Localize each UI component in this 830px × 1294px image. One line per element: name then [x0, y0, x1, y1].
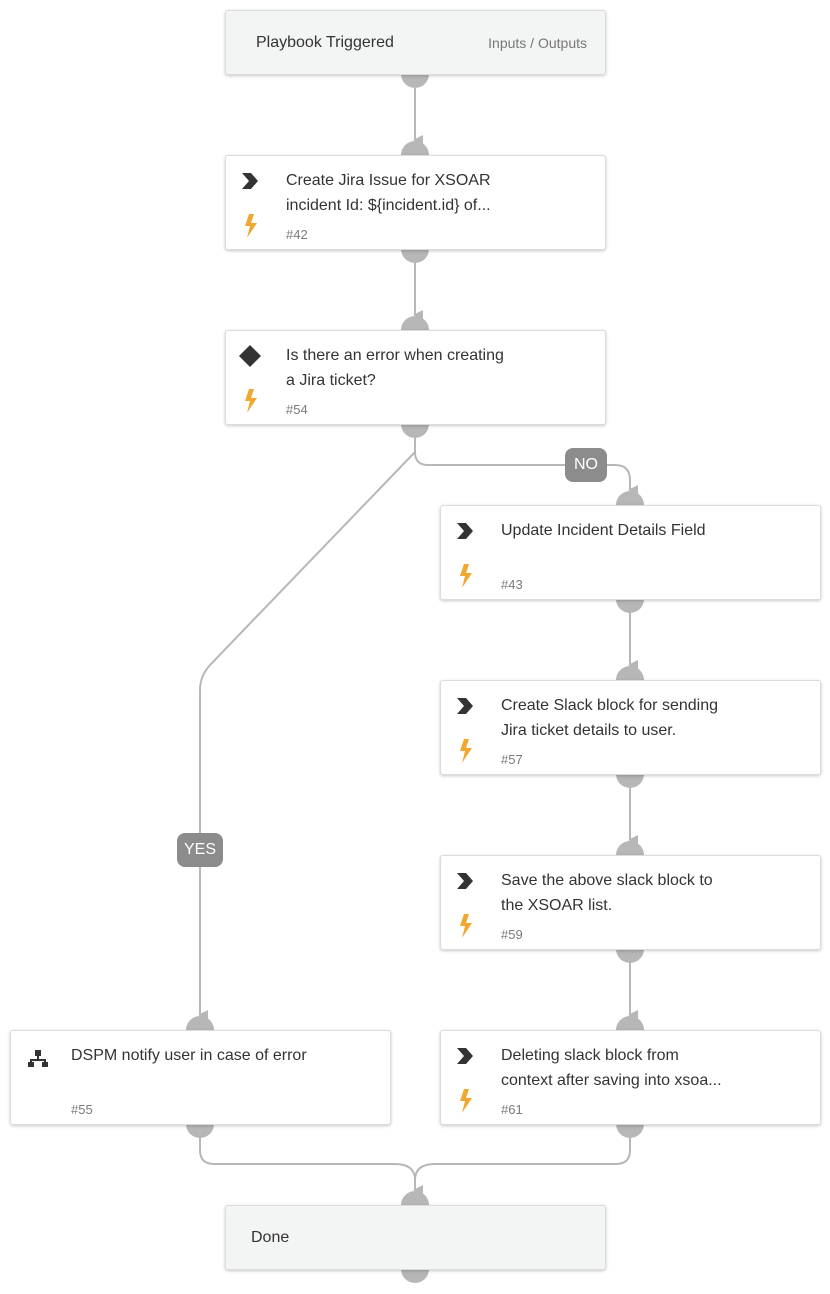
- task-title-line1: Create Slack block for sending: [501, 697, 718, 714]
- chevron-icon: [457, 523, 473, 539]
- task-title-line1: Deleting slack block from: [501, 1047, 679, 1064]
- start-node[interactable]: Playbook Triggered Inputs / Outputs: [225, 10, 606, 75]
- task-number: #43: [501, 577, 523, 592]
- bolt-icon: [460, 564, 472, 588]
- task-number: #42: [286, 227, 308, 242]
- chevron-icon: [457, 698, 473, 714]
- chevron-icon: [457, 1048, 473, 1064]
- start-title: Playbook Triggered: [256, 34, 394, 51]
- task-number: #55: [71, 1102, 93, 1117]
- task-title-line2: Jira ticket details to user.: [501, 722, 677, 739]
- branch-label-no[interactable]: NO: [565, 448, 607, 482]
- task-title-line2: context after saving into xsoa...: [501, 1072, 722, 1089]
- bolt-icon: [460, 739, 472, 763]
- task-number: #59: [501, 927, 523, 942]
- task-number: #54: [286, 402, 308, 417]
- bolt-icon: [460, 914, 472, 938]
- bolt-icon: [245, 214, 257, 238]
- task-title-line1: Update Incident Details Field: [501, 522, 706, 539]
- edge-54-to-55-yes: [198, 451, 416, 1020]
- task-title-line2: a Jira ticket?: [286, 372, 376, 389]
- edge-61-to-done: [414, 1137, 631, 1181]
- task-title-line1: Is there an error when creating: [286, 347, 504, 364]
- bolt-icon: [460, 1089, 472, 1113]
- task-node-55[interactable]: DSPM notify user in case of error #55: [10, 1030, 391, 1125]
- task-node-57[interactable]: Create Slack block for sending Jira tick…: [440, 680, 821, 775]
- chevron-icon: [457, 873, 473, 889]
- task-title-line1: DSPM notify user in case of error: [71, 1047, 307, 1064]
- task-node-59[interactable]: Save the above slack block to the XSOAR …: [440, 855, 821, 950]
- inputs-outputs-link[interactable]: Inputs / Outputs: [488, 35, 587, 51]
- task-node-54[interactable]: Is there an error when creating a Jira t…: [225, 330, 606, 425]
- bolt-icon: [245, 389, 257, 413]
- task-title-line1: Save the above slack block to: [501, 872, 713, 889]
- task-number: #61: [501, 1102, 523, 1117]
- task-title-line1: Create Jira Issue for XSOAR: [286, 172, 491, 189]
- task-node-42[interactable]: Create Jira Issue for XSOAR incident Id:…: [225, 155, 606, 250]
- edge-55-to-done: [199, 1137, 423, 1195]
- sub-playbook-icon: [28, 1050, 48, 1067]
- chevron-icon: [242, 173, 258, 189]
- end-title: Done: [251, 1229, 290, 1246]
- end-node[interactable]: Done: [225, 1205, 606, 1270]
- diamond-icon: [239, 345, 261, 367]
- task-number: #57: [501, 752, 523, 767]
- task-node-43[interactable]: Update Incident Details Field #43: [440, 505, 821, 600]
- task-node-61[interactable]: Deleting slack block from context after …: [440, 1030, 821, 1125]
- branch-label-yes[interactable]: YES: [177, 833, 223, 867]
- task-title-line2: incident Id: ${incident.id} of...: [286, 197, 491, 214]
- task-title-line2: the XSOAR list.: [501, 897, 613, 914]
